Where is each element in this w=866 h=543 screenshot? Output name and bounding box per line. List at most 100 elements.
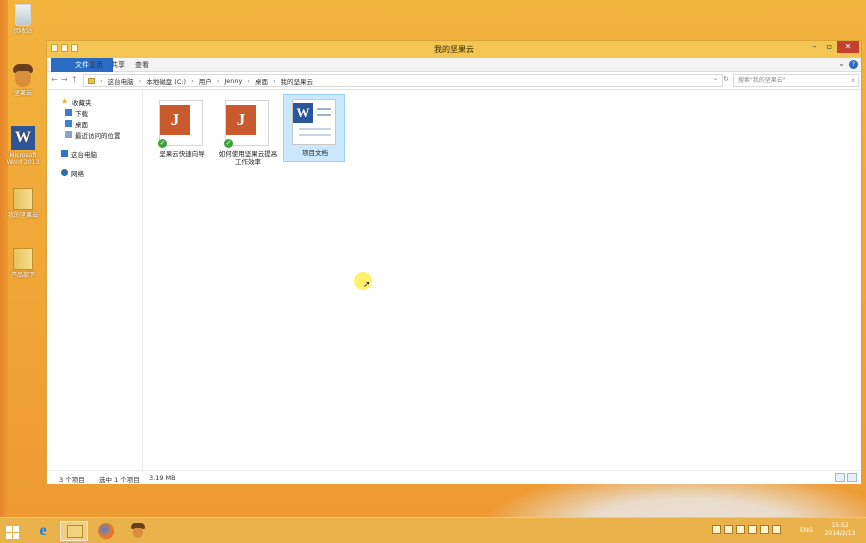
nav-network[interactable]: 网络: [47, 167, 142, 178]
forward-icon[interactable]: →: [61, 75, 68, 84]
nav-downloads[interactable]: 下载: [47, 107, 142, 118]
desktop-icon-label: Microsoft Word 2013: [6, 152, 40, 166]
star-icon: ★: [61, 97, 69, 106]
taskbar-jianguoyun[interactable]: [124, 521, 152, 541]
nav-label: 收藏夹: [72, 98, 92, 107]
desktop-icon-word[interactable]: W Microsoft Word 2013: [2, 126, 44, 166]
desktop-icon: [65, 120, 72, 127]
nav-label: 网络: [71, 169, 84, 178]
folder-icon: [13, 188, 33, 210]
breadcrumb-item[interactable]: Jenny: [224, 77, 242, 85]
breadcrumb-item[interactable]: 本地磁盘 (C:): [146, 76, 186, 86]
breadcrumb-item[interactable]: 这台电脑: [108, 76, 134, 86]
taskbar-ie[interactable]: e: [30, 521, 58, 541]
back-icon[interactable]: ←: [51, 75, 58, 84]
nav-this-pc[interactable]: 这台电脑: [47, 148, 142, 159]
search-placeholder: 搜索"我的坚果云": [738, 77, 786, 84]
acorn-icon: [12, 64, 34, 88]
internet-explorer-icon: e: [39, 522, 47, 539]
taskbar: e ENG 15:52 2014/2/13: [0, 517, 866, 543]
desktop-icon-label: 回收站: [13, 28, 32, 35]
nav-recent[interactable]: 最近访问的位置: [47, 129, 142, 140]
up-icon[interactable]: ↑: [71, 75, 78, 84]
clock-date: 2014/2/13: [824, 530, 856, 537]
maximize-button[interactable]: ▫: [822, 41, 837, 53]
tab-share[interactable]: 共享: [105, 58, 131, 72]
history-dropdown-icon[interactable]: ⌄: [713, 75, 718, 82]
word-file-icon: W: [292, 99, 336, 145]
start-button[interactable]: [0, 521, 28, 541]
desktop-icon-jianguoyun[interactable]: 坚果云: [2, 64, 44, 97]
status-bar: 3 个项目 选中 1 个项目 3.19 MB: [47, 470, 861, 484]
clock-time: 15:52: [831, 522, 849, 529]
close-button[interactable]: ✕: [837, 41, 859, 53]
file-item-selected[interactable]: W 项目文档: [283, 94, 345, 162]
file-explorer-icon: [67, 525, 83, 538]
tray-app-icon[interactable]: [712, 525, 721, 534]
nav-label: 最近访问的位置: [75, 131, 121, 140]
file-item[interactable]: J ✓ 如何使用坚果云提高工作效率: [217, 96, 279, 166]
volume-icon[interactable]: [772, 525, 781, 534]
minimize-button[interactable]: –: [807, 41, 822, 53]
system-tray: [712, 525, 781, 534]
input-language[interactable]: ENG: [800, 527, 813, 534]
desktop-icon-label: 产品部下: [10, 272, 35, 279]
breadcrumb-item[interactable]: 用户: [199, 76, 212, 86]
network-icon: [61, 169, 68, 176]
window-controls: – ▫ ✕: [807, 41, 859, 53]
sync-check-icon: ✓: [224, 139, 233, 148]
taskbar-file-explorer[interactable]: [60, 521, 88, 541]
pdf-file-icon: J ✓: [224, 100, 269, 148]
firefox-icon: [98, 523, 114, 539]
expand-ribbon-icon[interactable]: ⌄: [838, 59, 845, 68]
breadcrumb-item[interactable]: 桌面: [255, 76, 268, 86]
title-bar[interactable]: 我的坚果云 – ▫ ✕: [47, 41, 861, 58]
desktop-icon-label: 坚果云: [13, 90, 32, 97]
search-icon[interactable]: ⌕: [852, 75, 855, 86]
address-bar: ← → ↑ › 这台电脑 › 本地磁盘 (C:) › 用户 › Jenny › …: [47, 72, 861, 90]
file-item[interactable]: J ✓ 坚果云快速向导: [151, 96, 213, 164]
desktop-icon-recycle-bin[interactable]: 回收站: [2, 4, 44, 35]
action-center-icon[interactable]: [760, 525, 769, 534]
selection-count: 选中 1 个项目: [99, 476, 140, 484]
download-icon: [65, 109, 72, 116]
desktop-icon-downloads[interactable]: 产品部下: [2, 248, 44, 279]
recycle-bin-icon: [15, 4, 31, 26]
explorer-window: 我的坚果云 – ▫ ✕ 文件 主页 共享 查看 ⌄ ? ← → ↑ › 这台电脑…: [46, 40, 862, 484]
tab-view[interactable]: 查看: [129, 58, 155, 72]
tray-app-icon[interactable]: [736, 525, 745, 534]
recent-places-icon: [65, 131, 72, 138]
tray-app-icon[interactable]: [724, 525, 733, 534]
file-name: 坚果云快速向导: [159, 150, 205, 158]
content-area: ★ 收藏夹 下载 桌面 最近访问的位置 这台电脑 网络 J ✓ 坚果云快速向导 …: [47, 90, 861, 470]
folder-icon: [88, 77, 95, 84]
ribbon: 文件 主页 共享 查看 ⌄ ?: [47, 58, 861, 72]
large-icons-view-icon[interactable]: [847, 473, 857, 482]
desktop-icon-my-jianguoyun[interactable]: 我的坚果云: [2, 188, 44, 219]
navigation-pane: ★ 收藏夹 下载 桌面 最近访问的位置 这台电脑 网络: [47, 90, 143, 470]
word-icon: W: [11, 126, 35, 150]
window-title: 我的坚果云: [434, 45, 474, 54]
help-icon[interactable]: ?: [849, 60, 858, 69]
taskbar-firefox[interactable]: [92, 521, 120, 541]
windows-logo-icon: [6, 526, 19, 539]
nav-label: 下载: [75, 109, 88, 118]
selection-size: 3.19 MB: [149, 474, 176, 482]
item-count: 3 个项目: [59, 476, 85, 484]
nav-label: 桌面: [75, 120, 88, 129]
breadcrumb-item[interactable]: 我的坚果云: [281, 76, 314, 86]
mouse-pointer-icon: ➚: [363, 280, 371, 290]
pdf-file-icon: J ✓: [158, 100, 203, 148]
nav-desktop[interactable]: 桌面: [47, 118, 142, 129]
clock[interactable]: 15:52 2014/2/13: [820, 522, 860, 538]
desktop-icon-label: 我的坚果云: [7, 212, 38, 219]
network-status-icon[interactable]: [748, 525, 757, 534]
refresh-icon[interactable]: ↻: [723, 75, 729, 83]
nav-favorites[interactable]: ★ 收藏夹: [47, 96, 142, 107]
search-input[interactable]: 搜索"我的坚果云" ⌕: [733, 74, 859, 87]
nav-label: 这台电脑: [71, 150, 97, 159]
details-view-icon[interactable]: [835, 473, 845, 482]
view-switcher: [835, 473, 857, 482]
folder-icon: [13, 248, 33, 270]
breadcrumb[interactable]: › 这台电脑 › 本地磁盘 (C:) › 用户 › Jenny › 桌面 › 我…: [83, 74, 723, 87]
